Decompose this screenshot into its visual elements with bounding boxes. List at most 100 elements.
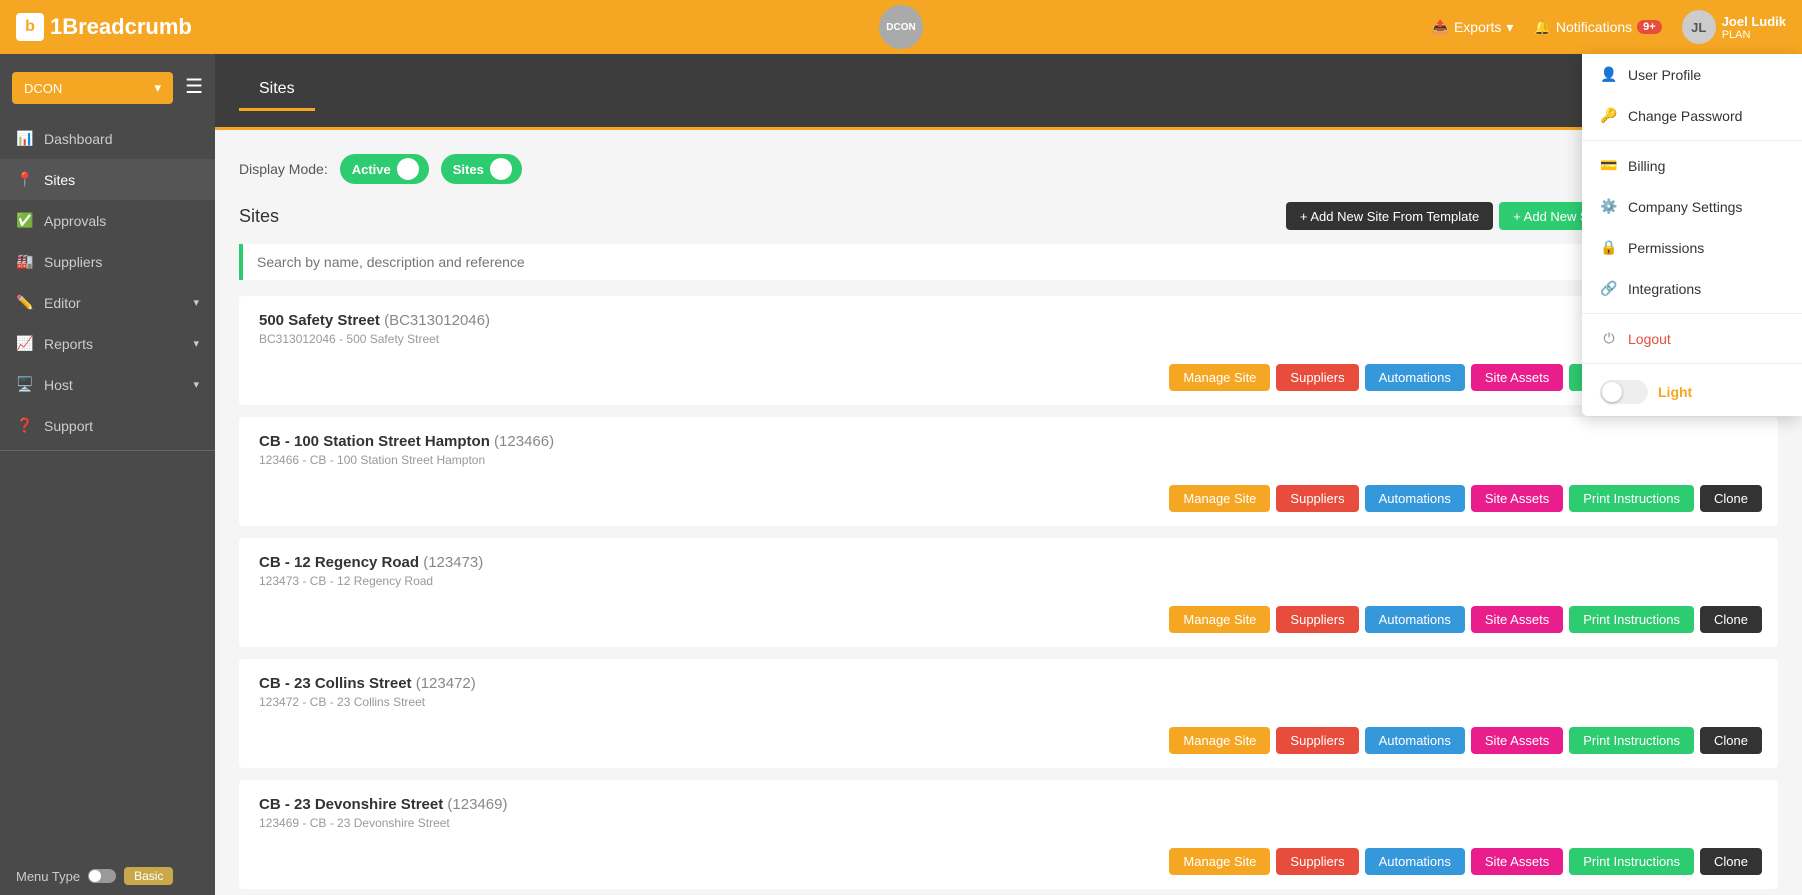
theme-label: Light xyxy=(1658,384,1692,400)
dropdown-divider-3 xyxy=(1582,363,1802,364)
site-card: CB - 12 Regency Road (123473) 123473 - C… xyxy=(239,538,1778,647)
exports-button[interactable]: 📤 Exports ▾ xyxy=(1432,19,1514,36)
sidebar-icon-reports: 📈 xyxy=(16,335,34,352)
site-assets-button[interactable]: Site Assets xyxy=(1471,727,1563,754)
sites-toggle[interactable]: Sites xyxy=(441,154,522,184)
sidebar: DCON ▾ ☰ 📊 Dashboard 📍 Sites ✅ Approvals… xyxy=(0,54,215,895)
sidebar-item-sites[interactable]: 📍 Sites xyxy=(0,159,215,200)
hamburger-button[interactable]: ☰ xyxy=(173,74,215,99)
dropdown-item-logout[interactable]: ⏻ Logout xyxy=(1582,318,1802,359)
automations-button[interactable]: Automations xyxy=(1365,848,1465,875)
site-actions: Manage SiteSuppliers AutomationsSite Asse… xyxy=(239,475,1778,526)
export-icon: 📤 xyxy=(1432,19,1449,36)
exports-label: Exports xyxy=(1454,19,1501,35)
site-assets-button[interactable]: Site Assets xyxy=(1471,606,1563,633)
print-instructions-button[interactable]: Print Instructions xyxy=(1569,727,1694,754)
sidebar-label-reports: Reports xyxy=(44,336,93,352)
print-instructions-button[interactable]: Print Instructions xyxy=(1569,848,1694,875)
sidebar-label-suppliers: Suppliers xyxy=(44,254,102,270)
dropdown-item-company-settings[interactable]: ⚙️ Company Settings xyxy=(1582,186,1802,227)
sidebar-arrow-editor: ▾ xyxy=(193,296,199,309)
sidebar-item-suppliers[interactable]: 🏭 Suppliers xyxy=(0,241,215,282)
search-input[interactable] xyxy=(239,244,1778,280)
add-from-template-button[interactable]: + Add New Site From Template xyxy=(1286,202,1493,230)
page-header: Sites xyxy=(215,54,1802,130)
top-nav: b 1Breadcrumb DCON 📤 Exports ▾ 🔔 Notific… xyxy=(0,0,1802,54)
sidebar-item-host[interactable]: 🖥️ Host ▾ xyxy=(0,364,215,405)
avatar: JL xyxy=(1682,10,1716,44)
sidebar-item-editor[interactable]: ✏️ Editor ▾ xyxy=(0,282,215,323)
integrations-icon: 🔗 xyxy=(1600,280,1618,297)
site-card-info: CB - 23 Collins Street (123472) 123472 -… xyxy=(239,659,1778,717)
site-assets-button[interactable]: Site Assets xyxy=(1471,848,1563,875)
suppliers-button[interactable]: Suppliers xyxy=(1276,606,1358,633)
sidebar-icon-host: 🖥️ xyxy=(16,376,34,393)
sidebar-nav: 📊 Dashboard 📍 Sites ✅ Approvals 🏭 Suppli… xyxy=(0,118,215,446)
sidebar-item-support[interactable]: ❓ Support xyxy=(0,405,215,446)
logout-icon: ⏻ xyxy=(1600,330,1618,347)
sidebar-label-host: Host xyxy=(44,377,73,393)
site-ref: (123469) xyxy=(447,796,507,813)
site-name: CB - 23 Collins Street (123472) xyxy=(259,675,1758,692)
dropdown-item-user-profile[interactable]: 👤 User Profile xyxy=(1582,54,1802,95)
org-selector-button[interactable]: DCON ▾ xyxy=(12,72,173,104)
suppliers-button[interactable]: Suppliers xyxy=(1276,485,1358,512)
sites-toggle-knob xyxy=(490,158,512,180)
integrations-label: Integrations xyxy=(1628,281,1701,297)
clone-button[interactable]: Clone xyxy=(1700,848,1762,875)
notifications-label: Notifications xyxy=(1556,19,1632,35)
theme-toggle[interactable] xyxy=(1600,380,1648,404)
user-plan: PLAN xyxy=(1722,29,1786,41)
dropdown-item-integrations[interactable]: 🔗 Integrations xyxy=(1582,268,1802,309)
site-ref: (BC313012046) xyxy=(384,312,490,329)
site-card: CB - 23 Devonshire Street (123469) 12346… xyxy=(239,780,1778,889)
site-assets-button[interactable]: Site Assets xyxy=(1471,485,1563,512)
sidebar-item-reports[interactable]: 📈 Reports ▾ xyxy=(0,323,215,364)
manage-site-button[interactable]: Manage Site xyxy=(1169,727,1270,754)
site-actions: Manage SiteSuppliers AutomationsSite Asse… xyxy=(239,717,1778,768)
dropdown-item-billing[interactable]: 💳 Billing xyxy=(1582,145,1802,186)
dropdown-item-permissions[interactable]: 🔒 Permissions xyxy=(1582,227,1802,268)
sidebar-icon-suppliers: 🏭 xyxy=(16,253,34,270)
print-instructions-button[interactable]: Print Instructions xyxy=(1569,606,1694,633)
billing-icon: 💳 xyxy=(1600,157,1618,174)
sidebar-item-approvals[interactable]: ✅ Approvals xyxy=(0,200,215,241)
sidebar-label-approvals: Approvals xyxy=(44,213,106,229)
active-toggle-knob xyxy=(397,158,419,180)
suppliers-button[interactable]: Suppliers xyxy=(1276,848,1358,875)
clone-button[interactable]: Clone xyxy=(1700,727,1762,754)
site-assets-button[interactable]: Site Assets xyxy=(1471,364,1563,391)
print-instructions-button[interactable]: Print Instructions xyxy=(1569,485,1694,512)
sites-toggle-label: Sites xyxy=(453,162,484,177)
display-mode-row: Display Mode: Active Sites xyxy=(239,154,1778,184)
sidebar-label-dashboard: Dashboard xyxy=(44,131,113,147)
automations-button[interactable]: Automations xyxy=(1365,364,1465,391)
automations-button[interactable]: Automations xyxy=(1365,485,1465,512)
suppliers-button[interactable]: Suppliers xyxy=(1276,364,1358,391)
clone-button[interactable]: Clone xyxy=(1700,606,1762,633)
sites-list: 500 Safety Street (BC313012046) BC313012… xyxy=(239,296,1778,889)
active-toggle[interactable]: Active xyxy=(340,154,429,184)
manage-site-button[interactable]: Manage Site xyxy=(1169,606,1270,633)
user-name: Joel Ludik xyxy=(1722,14,1786,29)
billing-label: Billing xyxy=(1628,158,1665,174)
sidebar-item-dashboard[interactable]: 📊 Dashboard xyxy=(0,118,215,159)
automations-button[interactable]: Automations xyxy=(1365,606,1465,633)
site-card: CB - 23 Collins Street (123472) 123472 -… xyxy=(239,659,1778,768)
notifications-button[interactable]: 🔔 Notifications 9+ xyxy=(1533,19,1661,36)
automations-button[interactable]: Automations xyxy=(1365,727,1465,754)
user-menu-button[interactable]: JL Joel Ludik PLAN xyxy=(1682,10,1786,44)
manage-site-button[interactable]: Manage Site xyxy=(1169,364,1270,391)
manage-site-button[interactable]: Manage Site xyxy=(1169,848,1270,875)
sidebar-icon-approvals: ✅ xyxy=(16,212,34,229)
suppliers-button[interactable]: Suppliers xyxy=(1276,727,1358,754)
brand-name: 1Breadcrumb xyxy=(50,14,192,40)
manage-site-button[interactable]: Manage Site xyxy=(1169,485,1270,512)
clone-button[interactable]: Clone xyxy=(1700,485,1762,512)
dropdown-item-change-password[interactable]: 🔑 Change Password xyxy=(1582,95,1802,136)
site-ref: (123466) xyxy=(494,433,554,450)
active-toggle-label: Active xyxy=(352,162,391,177)
site-ref: (123473) xyxy=(423,554,483,571)
menu-type-row: Menu Type Basic xyxy=(0,857,215,895)
menu-type-toggle[interactable] xyxy=(88,869,116,883)
